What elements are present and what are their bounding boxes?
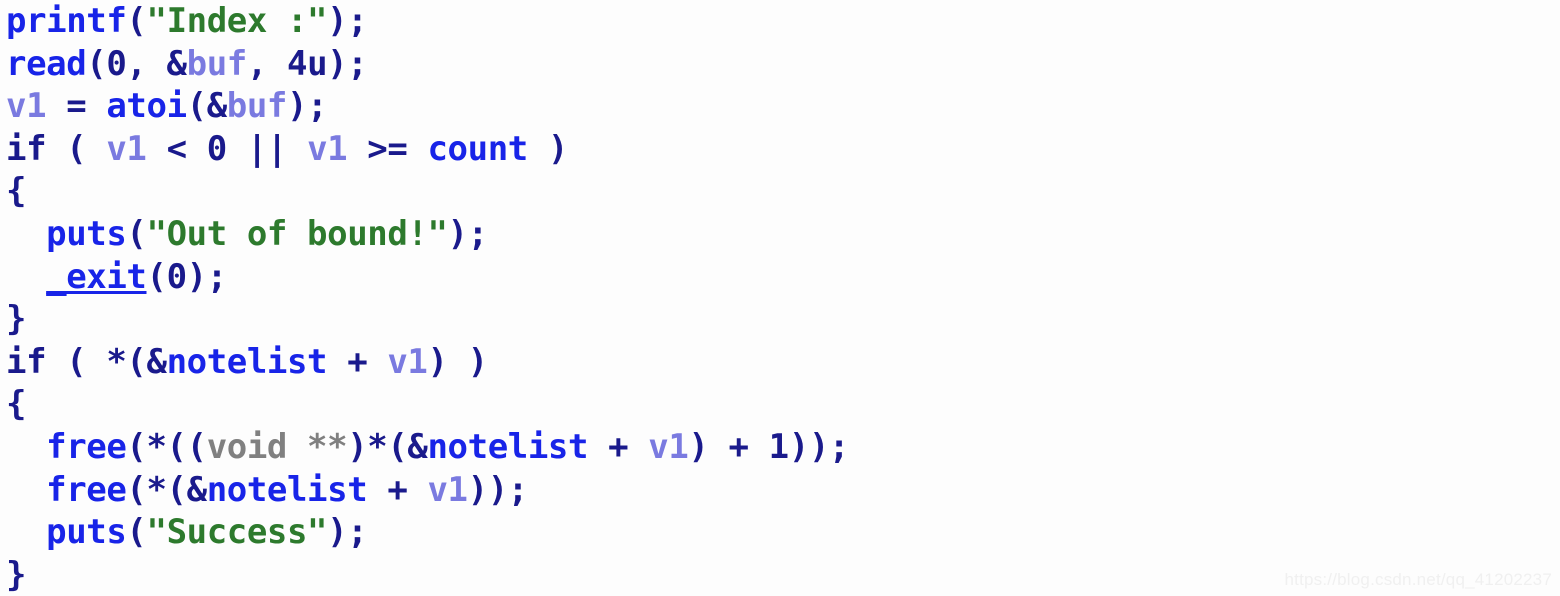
code-token: "Index :" [146, 1, 328, 41]
code-token: + [367, 469, 428, 510]
code-token: ); [327, 1, 368, 41]
code-token: } [6, 299, 27, 340]
code-token: >= [347, 128, 428, 169]
code-line[interactable]: { [0, 383, 1560, 426]
code-token: free [46, 426, 127, 467]
code-token: printf [6, 1, 127, 41]
code-token: = [46, 86, 107, 127]
code-line[interactable]: if ( v1 < 0 || v1 >= count ) [0, 128, 1560, 171]
code-token: v1 [6, 86, 47, 127]
code-line[interactable]: puts("Success"); [0, 511, 1560, 554]
code-token: count [427, 128, 528, 169]
code-token: (& [186, 86, 228, 127]
code-token: ); [327, 512, 368, 553]
code-token: puts [46, 512, 127, 553]
code-token: )*(& [347, 426, 428, 467]
code-line[interactable]: { [0, 170, 1560, 213]
code-token: v1 [307, 128, 348, 169]
code-token: (0); [146, 256, 228, 297]
code-token: ( [126, 213, 147, 254]
code-line[interactable]: _exit(0); [0, 256, 1560, 299]
code-token: buf [226, 86, 288, 127]
code-token: v1 [648, 426, 689, 467]
code-token: + [588, 426, 649, 467]
code-token: atoi [106, 86, 187, 127]
code-token: notelist [427, 426, 589, 467]
code-token: } [6, 554, 27, 595]
csdn-watermark: https://blog.csdn.net/qq_41202237 [1284, 570, 1552, 589]
code-token: notelist [206, 469, 368, 510]
code-token: ( [126, 1, 147, 41]
code-token: )); [467, 469, 529, 510]
code-token: "Success" [146, 512, 328, 553]
code-token: notelist [166, 341, 328, 382]
code-token: "Out of bound!" [146, 213, 448, 254]
code-token: void ** [206, 426, 348, 467]
code-token: { [6, 171, 27, 212]
code-token: read [6, 43, 87, 84]
code-token: < 0 || [146, 128, 308, 169]
code-token: { [6, 384, 27, 425]
code-line[interactable]: free(*(&notelist + v1)); [0, 469, 1560, 512]
code-token: , 4u); [246, 43, 368, 84]
code-token: ) [527, 128, 568, 169]
code-line[interactable]: printf("Index :"); [0, 0, 1560, 43]
code-token: ); [287, 86, 328, 127]
code-token: v1 [427, 469, 468, 510]
code-token: v1 [106, 128, 147, 169]
code-token: buf [186, 43, 248, 84]
code-token: v1 [387, 341, 428, 382]
code-token: ); [447, 213, 489, 254]
code-line[interactable]: puts("Out of bound!"); [0, 213, 1560, 256]
code-token: (*(( [126, 426, 207, 467]
code-token: (0, & [86, 43, 187, 84]
code-token: + [327, 341, 388, 382]
code-token: (*(& [126, 469, 207, 510]
code-line[interactable]: v1 = atoi(&buf); [0, 85, 1560, 128]
code-token: if ( *(& [6, 341, 167, 382]
code-line[interactable]: read(0, &buf, 4u); [0, 43, 1560, 86]
code-token: _exit [46, 256, 147, 297]
code-line[interactable]: if ( *(&notelist + v1) ) [0, 341, 1560, 384]
code-line[interactable]: } [0, 298, 1560, 341]
code-token: ( [126, 512, 147, 553]
code-line[interactable]: free(*((void **)*(&notelist + v1) + 1)); [0, 426, 1560, 469]
code-token: ) + 1)); [688, 426, 849, 467]
pseudocode-view[interactable]: printf("Index :"); read(0, &buf, 4u); v1 =… [0, 0, 1560, 596]
code-token: ) ) [427, 341, 488, 382]
code-token: free [46, 469, 127, 510]
code-token: if ( [6, 128, 107, 169]
code-token: puts [46, 213, 127, 254]
